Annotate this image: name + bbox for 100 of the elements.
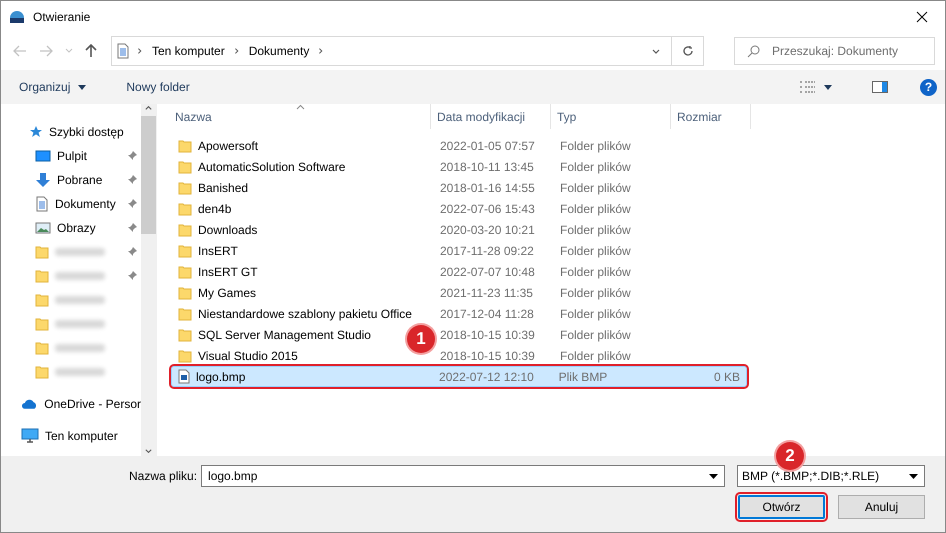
folder-icon — [178, 264, 192, 278]
folder-icon — [178, 244, 192, 258]
organize-menu[interactable]: Organizuj — [11, 76, 94, 98]
file-name[interactable]: My Games — [198, 286, 256, 300]
document-icon — [116, 43, 130, 59]
sidebar-item[interactable]: Dokumenty — [55, 197, 116, 211]
cloud-icon — [21, 398, 38, 410]
star-icon — [29, 125, 43, 139]
date-cell-text: 2022-07-07 10:48 — [439, 264, 536, 278]
search-icon — [747, 44, 760, 58]
file-name[interactable]: Downloads — [198, 222, 258, 236]
search-box[interactable]: Przeszukaj: Dokumenty — [734, 37, 935, 65]
desktop-icon — [35, 149, 51, 163]
file-name[interactable]: den4b — [198, 202, 232, 216]
sidebar-item[interactable]: OneDrive - Persor — [44, 397, 141, 411]
breadcrumb[interactable]: Ten komputer — [150, 44, 227, 58]
preview-pane-icon — [872, 81, 888, 93]
folder-icon — [178, 222, 192, 236]
column-header[interactable]: Data modyfikacji — [431, 104, 551, 129]
type-cell-text: Folder plików — [559, 202, 632, 216]
help-button[interactable]: ? — [920, 78, 937, 96]
date-cell-text: 2018-10-11 13:45 — [439, 160, 535, 174]
folder-icon — [178, 328, 192, 342]
file-name[interactable]: Visual Studio 2015 — [198, 348, 298, 362]
file-name[interactable]: AutomaticSolution Software — [198, 160, 346, 174]
file-name[interactable]: SQL Server Management Studio — [198, 328, 371, 342]
file-name[interactable]: Niestandardowe szablony pakietu Office — [198, 306, 412, 320]
sidebar-item[interactable]: Pobrane — [57, 173, 102, 187]
caret-icon — [909, 474, 918, 478]
forward-button[interactable] — [37, 43, 55, 59]
address-bar[interactable]: Ten komputer Dokumenty — [111, 36, 704, 66]
date-cell-text: 2018-10-15 10:39 — [439, 348, 536, 362]
column-header[interactable]: Nazwa — [169, 104, 431, 129]
date-cell-text: 2022-01-05 07:57 — [439, 138, 536, 152]
file-name-label: Nazwa pliku: — [129, 469, 198, 483]
app-logo-icon — [9, 10, 25, 24]
chevron-icon — [232, 47, 241, 55]
date-cell-text: 2021-11-23 11:35 — [439, 286, 534, 300]
folder-icon — [35, 365, 49, 379]
folder-icon — [178, 160, 192, 174]
file-name[interactable]: Apowersoft — [198, 138, 258, 152]
folder-icon — [178, 202, 192, 216]
blurred-text — [55, 368, 105, 376]
type-cell-text: Plik BMP — [558, 370, 608, 384]
date-cell-text: 2018-01-16 14:55 — [439, 180, 536, 194]
step-badge: 2 — [776, 442, 804, 470]
dialog-button[interactable]: Anuluj — [838, 495, 925, 519]
folder-icon — [178, 348, 192, 362]
type-cell-text: Folder plików — [559, 138, 632, 152]
file-name[interactable]: InsERT GT — [198, 264, 258, 278]
refresh-icon — [682, 45, 694, 57]
caret-icon — [65, 48, 73, 54]
date-cell-text: 2017-12-04 11:28 — [439, 306, 535, 320]
sidebar-item[interactable]: Pulpit — [57, 149, 88, 163]
dialog-button[interactable]: Otwórz — [738, 495, 825, 519]
date-cell-text: 2022-07-12 12:10 — [438, 370, 535, 384]
download-arrow-icon — [35, 172, 51, 188]
type-cell-text: Folder plików — [559, 306, 632, 320]
size-cell-text: 0 KB — [712, 370, 741, 384]
caret-icon — [824, 84, 832, 90]
document-icon — [35, 196, 49, 212]
type-cell-text: Folder plików — [559, 244, 632, 258]
scroll-down-icon — [144, 447, 153, 456]
folder-icon — [35, 317, 49, 331]
folder-icon — [35, 245, 49, 259]
type-cell-text: Folder plików — [559, 328, 632, 342]
type-cell-text: Folder plików — [559, 286, 632, 300]
column-header[interactable]: Rozmiar — [671, 104, 751, 129]
file-name-combo[interactable]: logo.bmp — [201, 465, 726, 487]
sidebar-item[interactable]: Ten komputer — [45, 429, 118, 443]
sort-icon — [296, 104, 305, 110]
close-icon — [916, 10, 928, 22]
folder-icon — [178, 306, 192, 320]
image-file-icon — [178, 369, 190, 384]
details-view-icon — [800, 81, 816, 93]
picture-icon — [35, 221, 51, 235]
file-type-dropdown[interactable]: BMP (*.BMP;*.DIB;*.RLE) — [737, 465, 925, 487]
back-button[interactable] — [11, 43, 29, 59]
file-name: logo.bmp — [196, 370, 246, 384]
sidebar-item[interactable]: Obrazy — [57, 221, 96, 235]
folder-icon — [35, 293, 49, 307]
step-badge: 1 — [407, 325, 435, 353]
type-cell-text: Folder plików — [559, 264, 632, 278]
folder-icon — [35, 341, 49, 355]
type-cell-text: Folder plików — [559, 180, 632, 194]
up-button[interactable] — [83, 42, 99, 60]
column-header[interactable]: Typ — [551, 104, 671, 129]
date-cell-text: 2022-07-06 15:43 — [439, 202, 536, 216]
sidebar-item[interactable]: Szybki dostęp — [49, 125, 124, 139]
file-row[interactable]: logo.bmp 2022-07-12 12:10 Plik BMP 0 KB — [171, 366, 747, 387]
date-cell-text: 2018-10-15 10:39 — [439, 328, 536, 342]
folder-icon — [178, 286, 192, 300]
breadcrumb[interactable]: Dokumenty — [246, 44, 312, 58]
type-cell-text: Folder plików — [559, 160, 632, 174]
file-name-field[interactable]: logo.bmp — [206, 468, 710, 484]
file-name[interactable]: InsERT — [198, 244, 238, 258]
blurred-text — [55, 320, 105, 328]
file-name[interactable]: Banished — [198, 180, 248, 194]
folder-icon — [178, 180, 192, 194]
new-folder-button[interactable]: Nowy folder — [118, 76, 198, 98]
